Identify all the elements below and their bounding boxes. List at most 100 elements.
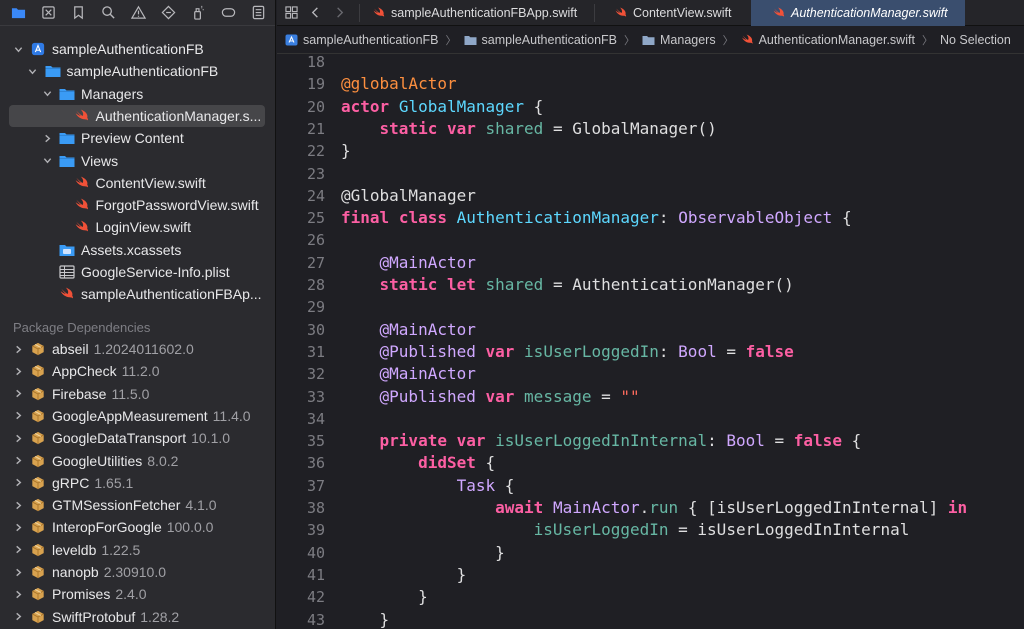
package-googleutilities[interactable]: GoogleUtilities 8.0.2 <box>0 450 275 472</box>
package-googleappmeasurement[interactable]: GoogleAppMeasurement 11.4.0 <box>0 405 275 427</box>
tree-item-sampleauthenticationfb[interactable]: sampleAuthenticationFB <box>0 38 275 60</box>
line-number: 18 <box>306 53 325 71</box>
bookmark-icon[interactable] <box>66 2 91 24</box>
chevron-right-icon[interactable] <box>12 611 24 623</box>
breadcrumb-group[interactable]: sampleAuthenticationFB <box>464 33 617 47</box>
code-line[interactable]: 37 Task { <box>277 475 1024 497</box>
chevron-down-icon[interactable] <box>27 65 39 77</box>
code-line[interactable]: 38 await MainActor.run { [isUserLoggedIn… <box>277 497 1024 519</box>
code-line[interactable]: 40 } <box>277 542 1024 564</box>
package-appcheck[interactable]: AppCheck 11.2.0 <box>0 360 275 382</box>
forward-chevron-icon[interactable] <box>329 2 349 24</box>
code-line[interactable]: 34 <box>277 408 1024 430</box>
package-abseil[interactable]: abseil 1.2024011602.0 <box>0 338 275 360</box>
code-line[interactable]: 21 static var shared = GlobalManager() <box>277 118 1024 140</box>
chevron-right-icon[interactable] <box>12 432 24 444</box>
tree-item-label: sampleAuthenticationFB <box>52 41 204 57</box>
list-icon[interactable] <box>246 2 271 24</box>
code-line[interactable]: 28 static let shared = AuthenticationMan… <box>277 274 1024 296</box>
chevron-right-icon[interactable] <box>12 343 24 355</box>
grid-icon[interactable] <box>281 2 301 24</box>
code-line[interactable]: 25 final class AuthenticationManager: Obs… <box>277 207 1024 229</box>
tree-item-managers[interactable]: Managers <box>0 83 275 105</box>
package-promises[interactable]: Promises 2.4.0 <box>0 583 275 605</box>
code-line[interactable]: 23 <box>277 163 1024 185</box>
code-line[interactable]: 29 <box>277 296 1024 318</box>
tab-authentication-manager[interactable]: AuthenticationManager.swift <box>751 0 965 26</box>
package-icon <box>30 520 46 534</box>
chevron-right-icon[interactable] <box>41 132 53 144</box>
package-interopforgoogle[interactable]: InteropForGoogle 100.0.0 <box>0 516 275 538</box>
code-line[interactable]: 31 @Published var isUserLoggedIn: Bool =… <box>277 341 1024 363</box>
code-line[interactable]: 36 didSet { <box>277 452 1024 474</box>
chevron-right-icon[interactable] <box>12 477 24 489</box>
code-area[interactable]: 18 19 @globalActor 20 actor GlobalManager {2… <box>277 51 1024 629</box>
tree-item-assets-xcassets[interactable]: Assets.xcassets <box>0 239 275 261</box>
tree-item-sampleauthenticationfbap[interactable]: sampleAuthenticationFBAp... <box>0 283 275 305</box>
back-chevron-icon[interactable] <box>305 2 325 24</box>
chevron-right-icon[interactable] <box>12 521 24 533</box>
chevron-down-icon[interactable] <box>12 43 24 55</box>
chevron-right-icon[interactable] <box>12 410 24 422</box>
chevron-right-icon[interactable] <box>12 388 24 400</box>
chevron-right-icon[interactable] <box>12 588 24 600</box>
folder-icon[interactable] <box>6 2 31 24</box>
chevron-right-icon[interactable] <box>12 566 24 578</box>
code-line[interactable]: 42 } <box>277 586 1024 608</box>
package-firebase[interactable]: Firebase 11.5.0 <box>0 383 275 405</box>
code-line[interactable]: 24 @GlobalManager <box>277 185 1024 207</box>
package-name: GTMSessionFetcher <box>52 497 181 514</box>
code-token: @MainActor <box>379 364 476 384</box>
code-line[interactable]: 19 @globalActor <box>277 73 1024 95</box>
code-line[interactable]: 18 <box>277 51 1024 73</box>
chevron-right-icon[interactable] <box>12 365 24 377</box>
tree-item-authenticationmanager-s[interactable]: AuthenticationManager.s... <box>9 104 265 127</box>
tree-item-sampleauthenticationfb[interactable]: sampleAuthenticationFB <box>0 60 275 82</box>
package-name: GoogleUtilities <box>52 452 143 469</box>
code-line[interactable]: 41 } <box>277 564 1024 586</box>
diamond-icon[interactable] <box>156 2 181 24</box>
code-line[interactable]: 26 <box>277 229 1024 251</box>
code-line[interactable]: 27 @MainActor <box>277 252 1024 274</box>
code-line[interactable]: 32 @MainActor <box>277 363 1024 385</box>
chevron-right-icon[interactable] <box>12 544 24 556</box>
code-line[interactable]: 39 isUserLoggedIn = isUserLoggedInIntern… <box>277 519 1024 541</box>
package-grpc[interactable]: gRPC 1.65.1 <box>0 472 275 494</box>
code-line[interactable]: 22} <box>277 140 1024 162</box>
spray-icon[interactable] <box>186 2 211 24</box>
code-token: static <box>379 118 438 138</box>
package-googledatatransport[interactable]: GoogleDataTransport 10.1.0 <box>0 427 275 449</box>
code-line[interactable]: 35 private var isUserLoggedInInternal: B… <box>277 430 1024 452</box>
code-line[interactable]: 33 @Published var message = "" <box>277 386 1024 408</box>
search-icon[interactable] <box>96 2 121 24</box>
package-nanopb[interactable]: nanopb 2.30910.0 <box>0 561 275 583</box>
chevron-down-icon[interactable] <box>41 88 53 100</box>
package-gtmsessionfetcher[interactable]: GTMSessionFetcher 4.1.0 <box>0 494 275 516</box>
chevron-right-icon[interactable] <box>12 499 24 511</box>
code-line[interactable]: 30 @MainActor <box>277 319 1024 341</box>
tree-item-loginview-swift[interactable]: LoginView.swift <box>0 216 275 238</box>
chevron-right-icon[interactable] <box>12 455 24 467</box>
package-leveldb[interactable]: leveldb 1.22.5 <box>0 539 275 561</box>
code-token: { <box>524 96 544 116</box>
breadcrumb-selection[interactable]: No Selection <box>940 33 1011 47</box>
breadcrumb-file[interactable]: AuthenticationManager.swift <box>741 33 915 47</box>
tree-item-preview-content[interactable]: Preview Content <box>0 127 275 149</box>
tree-item-views[interactable]: Views <box>0 150 275 172</box>
code-text: @Published var isUserLoggedIn: Bool = fa… <box>341 341 794 363</box>
breadcrumb-project[interactable]: sampleAuthenticationFB <box>285 33 439 47</box>
tree-item-contentview-swift[interactable]: ContentView.swift <box>0 172 275 194</box>
chevron-down-icon[interactable] <box>41 155 53 167</box>
warning-icon[interactable] <box>126 2 151 24</box>
breadcrumb-managers[interactable]: Managers <box>642 33 716 47</box>
tab-content-view[interactable]: ContentView.swift <box>615 0 745 26</box>
code-line[interactable]: 43 } <box>277 609 1024 629</box>
package-swiftprotobuf[interactable]: SwiftProtobuf 1.28.2 <box>0 606 275 628</box>
tab-sample-authentication-fb-app[interactable]: sampleAuthenticationFBApp.swift <box>373 0 583 26</box>
tag-icon[interactable] <box>216 2 241 24</box>
code-line[interactable]: 20 actor GlobalManager { <box>277 96 1024 118</box>
x-square-icon[interactable] <box>36 2 61 24</box>
tree-item-forgotpasswordview-swift[interactable]: ForgotPasswordView.swift <box>0 194 275 216</box>
tree-item-googleservice-info-plist[interactable]: GoogleService-Info.plist <box>0 261 275 283</box>
